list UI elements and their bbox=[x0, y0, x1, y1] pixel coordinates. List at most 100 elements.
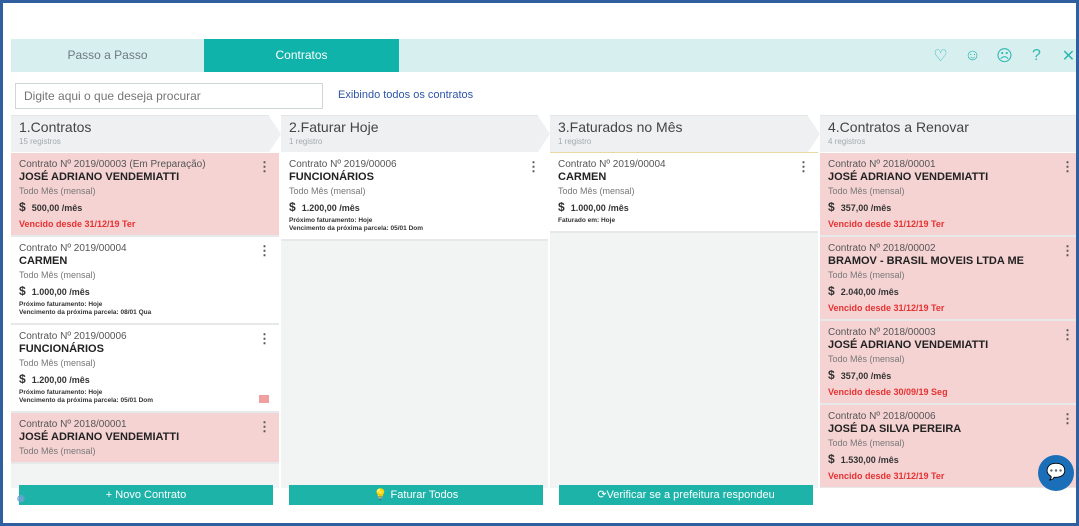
overdue-text: Vencido desde 31/12/19 Ter bbox=[828, 219, 945, 229]
billing-period: Todo Mês (mensal) bbox=[558, 186, 635, 196]
client-name: JOSÉ ADRIANO VENDEMIATTI bbox=[19, 431, 180, 443]
contract-value: $1.000,00 /mês bbox=[558, 200, 810, 214]
contract-number: Contrato Nº 2019/00003 (Em Preparação) bbox=[19, 159, 206, 170]
currency-symbol: $ bbox=[828, 368, 835, 382]
column-headers: 1.Contratos 15 registros 2.Faturar Hoje … bbox=[11, 115, 1076, 152]
more-options-icon[interactable]: ⋮ bbox=[1061, 159, 1074, 175]
contract-number: Contrato Nº 2018/00003 bbox=[828, 327, 936, 338]
chevron-right-icon bbox=[269, 116, 281, 152]
more-options-icon[interactable]: ⋮ bbox=[258, 419, 271, 435]
brand-logo-icon: ◉ bbox=[17, 493, 25, 503]
column-contratos: Contrato Nº 2019/00003 (Em Preparação) J… bbox=[11, 153, 279, 488]
column-title: 1.Contratos bbox=[19, 119, 92, 135]
contract-card[interactable]: Contrato Nº 2019/00004 CARMEN Todo Mês (… bbox=[11, 237, 279, 325]
contract-value: $1.530,00 /mês bbox=[828, 452, 1074, 466]
client-name: JOSÉ ADRIANO VENDEMIATTI bbox=[828, 339, 989, 351]
tab-passo-a-passo[interactable]: Passo a Passo bbox=[11, 39, 204, 72]
more-options-icon[interactable]: ⋮ bbox=[1061, 411, 1074, 427]
next-due-date: Vencimento da próxima parcela: 08/01 Qua bbox=[19, 309, 152, 316]
currency-symbol: $ bbox=[19, 284, 26, 298]
client-name: JOSÉ ADRIANO VENDEMIATTI bbox=[19, 171, 180, 183]
column-title: 3.Faturados no Mês bbox=[558, 119, 683, 135]
more-options-icon[interactable]: ⋮ bbox=[258, 243, 271, 259]
more-options-icon[interactable]: ⋮ bbox=[527, 159, 540, 175]
contract-card[interactable]: Contrato Nº 2018/00002 BRAMOV - BRASIL M… bbox=[820, 237, 1076, 321]
close-icon[interactable]: ✕ bbox=[1056, 46, 1076, 66]
neutral-face-icon[interactable]: ☹ bbox=[992, 46, 1017, 66]
more-options-icon[interactable]: ⋮ bbox=[258, 331, 271, 347]
contract-number: Contrato Nº 2018/00002 bbox=[828, 243, 936, 254]
bill-all-button[interactable]: 💡 Faturar Todos bbox=[289, 485, 543, 505]
contract-value: $1.200,00 /mês bbox=[289, 200, 540, 214]
contract-number: Contrato Nº 2019/00004 bbox=[19, 243, 127, 254]
column-header-contratos[interactable]: 1.Contratos 15 registros bbox=[11, 115, 281, 152]
column-header-faturar-hoje[interactable]: 2.Faturar Hoje 1 registro bbox=[281, 115, 550, 152]
value-amount: 1.530,00 /mês bbox=[840, 455, 899, 465]
client-name: BRAMOV - BRASIL MOVEIS LTDA ME bbox=[828, 255, 1024, 267]
value-amount: 500,00 /mês bbox=[31, 203, 83, 213]
more-options-icon[interactable]: ⋮ bbox=[1061, 327, 1074, 343]
new-contract-button[interactable]: + Novo Contrato bbox=[19, 485, 273, 505]
contract-value: $2.040,00 /mês bbox=[828, 284, 1074, 298]
contract-card[interactable]: Contrato Nº 2018/00003 JOSÉ ADRIANO VEND… bbox=[820, 321, 1076, 405]
column-header-renovar[interactable]: 4.Contratos a Renovar 4 registros bbox=[820, 115, 1076, 152]
contract-value: $500,00 /mês bbox=[19, 200, 271, 214]
column-count: 15 registros bbox=[19, 137, 61, 146]
heart-icon[interactable]: ♡ bbox=[928, 46, 953, 66]
more-options-icon[interactable]: ⋮ bbox=[258, 159, 271, 175]
tab-contratos[interactable]: Contratos bbox=[204, 39, 399, 72]
client-name: JOSÉ DA SILVA PEREIRA bbox=[828, 423, 962, 435]
currency-symbol: $ bbox=[289, 200, 296, 214]
chat-icon[interactable]: 💬 bbox=[1038, 455, 1074, 491]
top-icons: ♡ ☺ ☹ ? ✕ bbox=[921, 39, 1076, 72]
currency-symbol: $ bbox=[828, 200, 835, 214]
search-input[interactable] bbox=[15, 83, 323, 109]
overdue-text: Vencido desde 30/09/19 Seg bbox=[828, 387, 948, 397]
contract-number: Contrato Nº 2018/00001 bbox=[19, 419, 127, 430]
contract-number: Contrato Nº 2018/00001 bbox=[828, 159, 936, 170]
contract-number: Contrato Nº 2018/00006 bbox=[828, 411, 936, 422]
currency-symbol: $ bbox=[828, 284, 835, 298]
smile-icon[interactable]: ☺ bbox=[960, 47, 985, 65]
contract-value: $357,00 /mês bbox=[828, 368, 1074, 382]
chevron-right-icon bbox=[538, 116, 550, 152]
check-prefeitura-button[interactable]: ⟳Verificar se a prefeitura respondeu bbox=[559, 485, 813, 505]
bill-all-label: Faturar Todos bbox=[390, 489, 459, 501]
contract-card[interactable]: Contrato Nº 2019/00006 FUNCIONÁRIOS Todo… bbox=[11, 325, 279, 413]
billing-period: Todo Mês (mensal) bbox=[828, 186, 905, 196]
top-bar: Passo a Passo Contratos ♡ ☺ ☹ ? ✕ bbox=[11, 39, 1076, 72]
client-name: CARMEN bbox=[558, 171, 607, 183]
more-options-icon[interactable]: ⋮ bbox=[1061, 243, 1074, 259]
billing-period: Todo Mês (mensal) bbox=[19, 446, 96, 456]
contract-card[interactable]: Contrato Nº 2019/00003 (Em Preparação) J… bbox=[11, 153, 279, 237]
more-options-icon[interactable]: ⋮ bbox=[797, 159, 810, 175]
contract-card[interactable]: Contrato Nº 2018/00001 JOSÉ ADRIANO VEND… bbox=[11, 413, 279, 464]
help-icon[interactable]: ? bbox=[1024, 47, 1049, 65]
app-window: Passo a Passo Contratos ♡ ☺ ☹ ? ✕ Exibin… bbox=[0, 0, 1079, 526]
lightbulb-icon: 💡 bbox=[373, 489, 388, 501]
contract-value: $1.000,00 /mês bbox=[19, 284, 271, 298]
contract-card[interactable]: Contrato Nº 2019/00004 CARMEN Todo Mês (… bbox=[550, 153, 818, 233]
column-header-faturados[interactable]: 3.Faturados no Mês 1 registro bbox=[550, 115, 820, 152]
billing-period: Todo Mês (mensal) bbox=[289, 186, 366, 196]
billing-period: Todo Mês (mensal) bbox=[828, 438, 905, 448]
contract-card[interactable]: Contrato Nº 2018/00001 JOSÉ ADRIANO VEND… bbox=[820, 153, 1076, 237]
client-name: JOSÉ ADRIANO VENDEMIATTI bbox=[828, 171, 989, 183]
next-billing: Próximo faturamento: Hoje bbox=[19, 301, 103, 308]
value-amount: 1.000,00 /mês bbox=[570, 203, 629, 213]
column-title: 2.Faturar Hoje bbox=[289, 119, 379, 135]
value-amount: 357,00 /mês bbox=[840, 371, 892, 381]
column-faturados: Contrato Nº 2019/00004 CARMEN Todo Mês (… bbox=[550, 153, 818, 488]
contract-value: $1.200,00 /mês bbox=[19, 372, 271, 386]
billing-period: Todo Mês (mensal) bbox=[19, 186, 96, 196]
showing-all-link[interactable]: Exibindo todos os contratos bbox=[338, 89, 473, 101]
contract-number: Contrato Nº 2019/00006 bbox=[19, 331, 127, 342]
billing-period: Todo Mês (mensal) bbox=[828, 270, 905, 280]
contract-value: $357,00 /mês bbox=[828, 200, 1074, 214]
value-amount: 1.200,00 /mês bbox=[301, 203, 360, 213]
overdue-text: Vencido desde 31/12/19 Ter bbox=[19, 219, 136, 229]
next-due-date: Vencimento da próxima parcela: 05/01 Dom bbox=[19, 397, 154, 404]
value-amount: 2.040,00 /mês bbox=[840, 287, 899, 297]
contract-card[interactable]: Contrato Nº 2019/00006 FUNCIONÁRIOS Todo… bbox=[281, 153, 548, 241]
billing-period: Todo Mês (mensal) bbox=[828, 354, 905, 364]
